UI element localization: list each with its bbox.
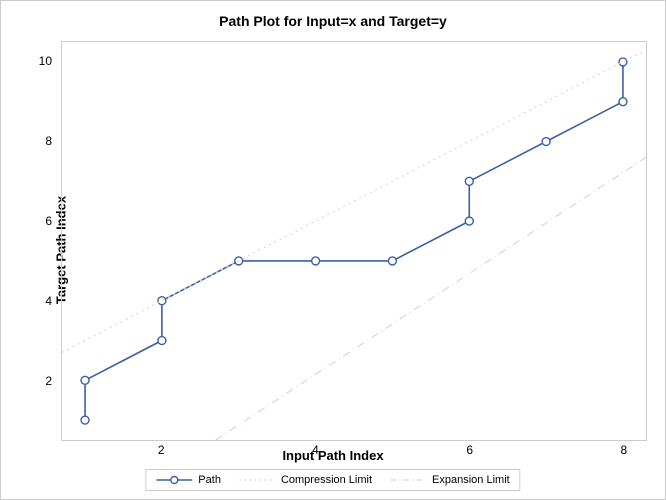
plot-svg (62, 42, 646, 440)
series-path-line (85, 62, 623, 420)
legend-swatch-path (156, 473, 192, 487)
y-tick: 6 (45, 214, 52, 228)
y-tick: 10 (39, 54, 52, 68)
y-axis-ticks: 2 4 6 8 10 (1, 41, 56, 441)
series-expansion-limit (216, 157, 646, 440)
y-tick: 4 (45, 294, 52, 308)
path-marker (388, 257, 396, 265)
legend-label-compression: Compression Limit (281, 474, 372, 486)
path-marker (312, 257, 320, 265)
path-marker (158, 297, 166, 305)
x-axis-label: Input Path Index (1, 448, 665, 463)
y-tick: 8 (45, 134, 52, 148)
path-marker (465, 177, 473, 185)
legend-item-expansion: Expansion Limit (390, 473, 510, 487)
legend-label-path: Path (198, 474, 221, 486)
path-marker (619, 98, 627, 106)
chart-title: Path Plot for Input=x and Target=y (1, 1, 665, 29)
path-marker (81, 376, 89, 384)
legend-swatch-compression (239, 473, 275, 487)
chart-frame: Path Plot for Input=x and Target=y Targe… (0, 0, 666, 500)
path-marker (619, 58, 627, 66)
path-marker (81, 416, 89, 424)
legend-item-path: Path (156, 473, 221, 487)
legend: Path Compression Limit Expansion Limit (145, 469, 520, 491)
path-marker (158, 337, 166, 345)
legend-label-expansion: Expansion Limit (432, 474, 510, 486)
series-compression-limit (62, 50, 646, 352)
plot-area (61, 41, 647, 441)
path-marker (542, 138, 550, 146)
legend-swatch-expansion (390, 473, 426, 487)
y-tick: 2 (45, 374, 52, 388)
path-marker (465, 217, 473, 225)
legend-item-compression: Compression Limit (239, 473, 372, 487)
